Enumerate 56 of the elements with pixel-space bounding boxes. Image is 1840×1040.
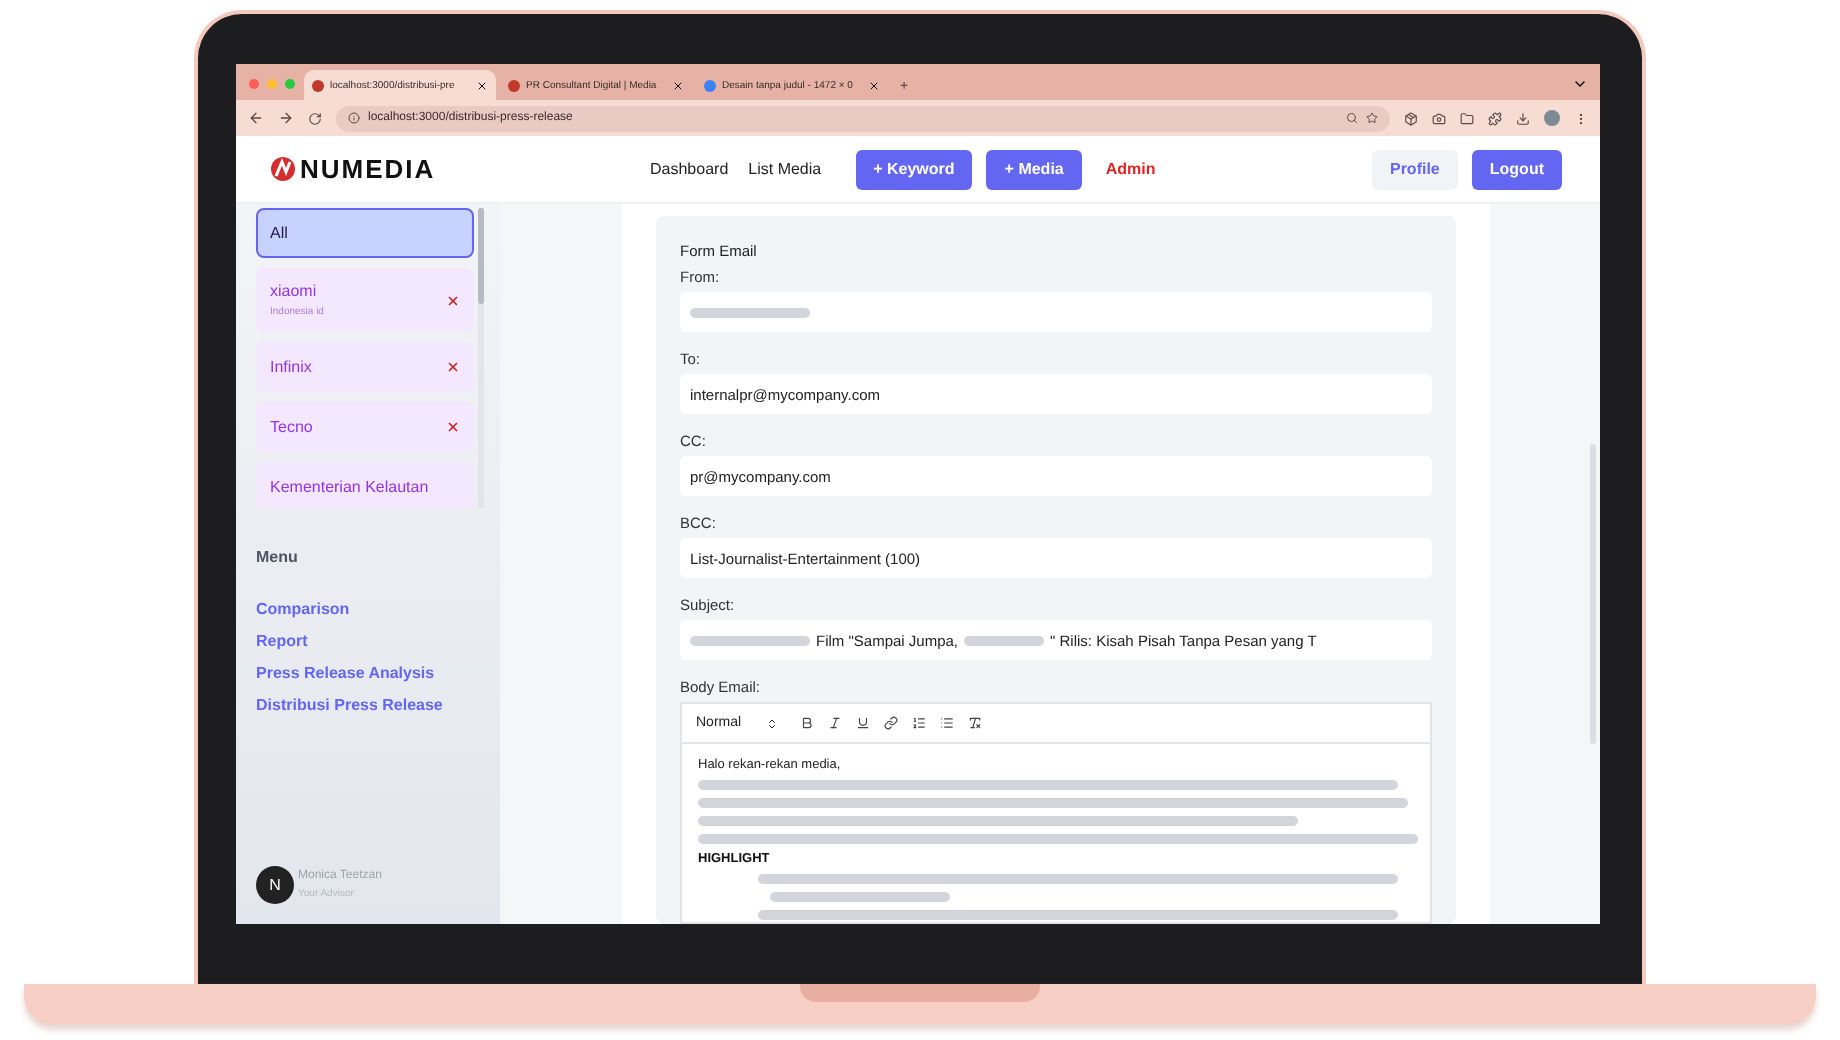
- menu-heading: Menu: [256, 548, 300, 566]
- box-icon[interactable]: [1404, 111, 1418, 125]
- favicon-icon: [508, 79, 520, 91]
- profile-button[interactable]: Profile: [1371, 149, 1458, 189]
- close-icon[interactable]: [672, 79, 684, 91]
- filter-item[interactable]: Infinix: [256, 342, 474, 392]
- remove-icon[interactable]: [446, 360, 460, 374]
- window-controls-icon: [248, 78, 300, 90]
- filter-item[interactable]: All: [256, 208, 474, 258]
- menu-icon[interactable]: [1574, 111, 1588, 125]
- nav-link[interactable]: List Media: [748, 160, 822, 178]
- ordered-list-icon[interactable]: [911, 716, 926, 730]
- star-icon[interactable]: [1366, 112, 1378, 124]
- camera-icon[interactable]: [1432, 111, 1446, 125]
- logo-icon: [270, 156, 296, 182]
- profile-avatar[interactable]: [1544, 110, 1560, 126]
- forward-icon[interactable]: [278, 110, 294, 126]
- remove-icon[interactable]: [446, 293, 460, 307]
- filter-name: Infinix: [270, 358, 314, 376]
- filter-name: xiaomi: [270, 282, 319, 300]
- reload-icon[interactable]: [308, 111, 322, 125]
- logout-button[interactable]: Logout: [1471, 149, 1562, 189]
- back-icon[interactable]: [248, 110, 264, 126]
- link-icon[interactable]: [883, 716, 898, 730]
- add-button[interactable]: + Keyword: [855, 149, 973, 189]
- user-avatar: N: [256, 866, 294, 904]
- menu-link[interactable]: Distribusi Press Release: [256, 696, 500, 728]
- filter-item[interactable]: Kementerian Kelautan: [256, 462, 474, 508]
- favicon-icon: [704, 79, 716, 91]
- puzzle-icon[interactable]: [1488, 111, 1502, 125]
- underline-icon[interactable]: [855, 716, 870, 730]
- nav-link[interactable]: Dashboard: [650, 160, 729, 178]
- menu-link[interactable]: Report: [256, 632, 500, 664]
- menu-link[interactable]: Press Release Analysis: [256, 664, 500, 696]
- italic-icon[interactable]: [827, 716, 842, 730]
- chevron-down-icon[interactable]: [1572, 76, 1588, 92]
- remove-icon[interactable]: [446, 420, 460, 434]
- info-icon: [348, 112, 360, 124]
- download-icon[interactable]: [1516, 111, 1530, 125]
- admin-link[interactable]: Admin: [1105, 160, 1156, 178]
- favicon-icon: [312, 79, 324, 91]
- bullet-list-icon[interactable]: [939, 716, 954, 730]
- zoom-icon[interactable]: [1346, 112, 1358, 124]
- filter-name: Tecno: [270, 418, 315, 436]
- filter-name: Kementerian Kelautan: [270, 478, 431, 496]
- close-icon[interactable]: [868, 79, 880, 91]
- add-button[interactable]: + Media: [986, 149, 1082, 189]
- input-field[interactable]: [680, 292, 1432, 332]
- filter-name: All: [270, 224, 290, 242]
- menu-link[interactable]: Comparison: [256, 600, 500, 632]
- folder-icon[interactable]: [1460, 111, 1474, 125]
- close-icon[interactable]: [476, 79, 488, 91]
- filter-item[interactable]: Tecno: [256, 402, 474, 452]
- logo-text: NUMEDIA: [300, 154, 436, 184]
- clear-format-icon[interactable]: [967, 716, 982, 730]
- bold-icon[interactable]: [799, 716, 814, 730]
